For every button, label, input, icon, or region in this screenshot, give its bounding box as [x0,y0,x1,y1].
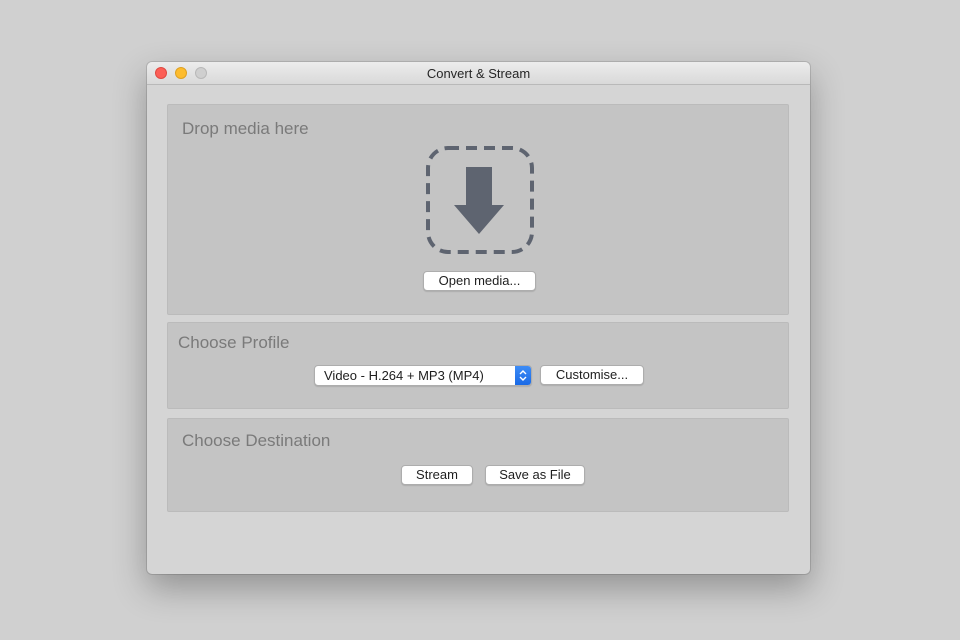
drop-target-area[interactable] [425,145,535,255]
window-title: Convert & Stream [426,66,531,81]
open-media-button[interactable]: Open media... [423,271,536,291]
drop-media-panel[interactable]: Drop media here Open media... [167,104,789,315]
convert-stream-window: Convert & Stream Drop media here Open me… [147,62,810,574]
download-arrow-icon [426,146,534,254]
drop-media-heading: Drop media here [182,119,309,138]
stream-button[interactable]: Stream [401,465,473,485]
choose-profile-panel: Choose Profile Video - H.264 + MP3 (MP4)… [167,322,789,409]
updown-chevron-icon[interactable] [515,366,531,385]
title-bar[interactable]: Convert & Stream [147,62,810,85]
choose-profile-heading: Choose Profile [178,333,290,352]
choose-destination-panel: Choose Destination Stream Save as File [167,418,789,512]
profile-select-value: Video - H.264 + MP3 (MP4) [324,368,484,383]
choose-destination-heading: Choose Destination [182,431,331,450]
save-as-file-button[interactable]: Save as File [485,465,585,485]
customise-button[interactable]: Customise... [540,365,644,385]
profile-select[interactable]: Video - H.264 + MP3 (MP4) [314,365,532,386]
